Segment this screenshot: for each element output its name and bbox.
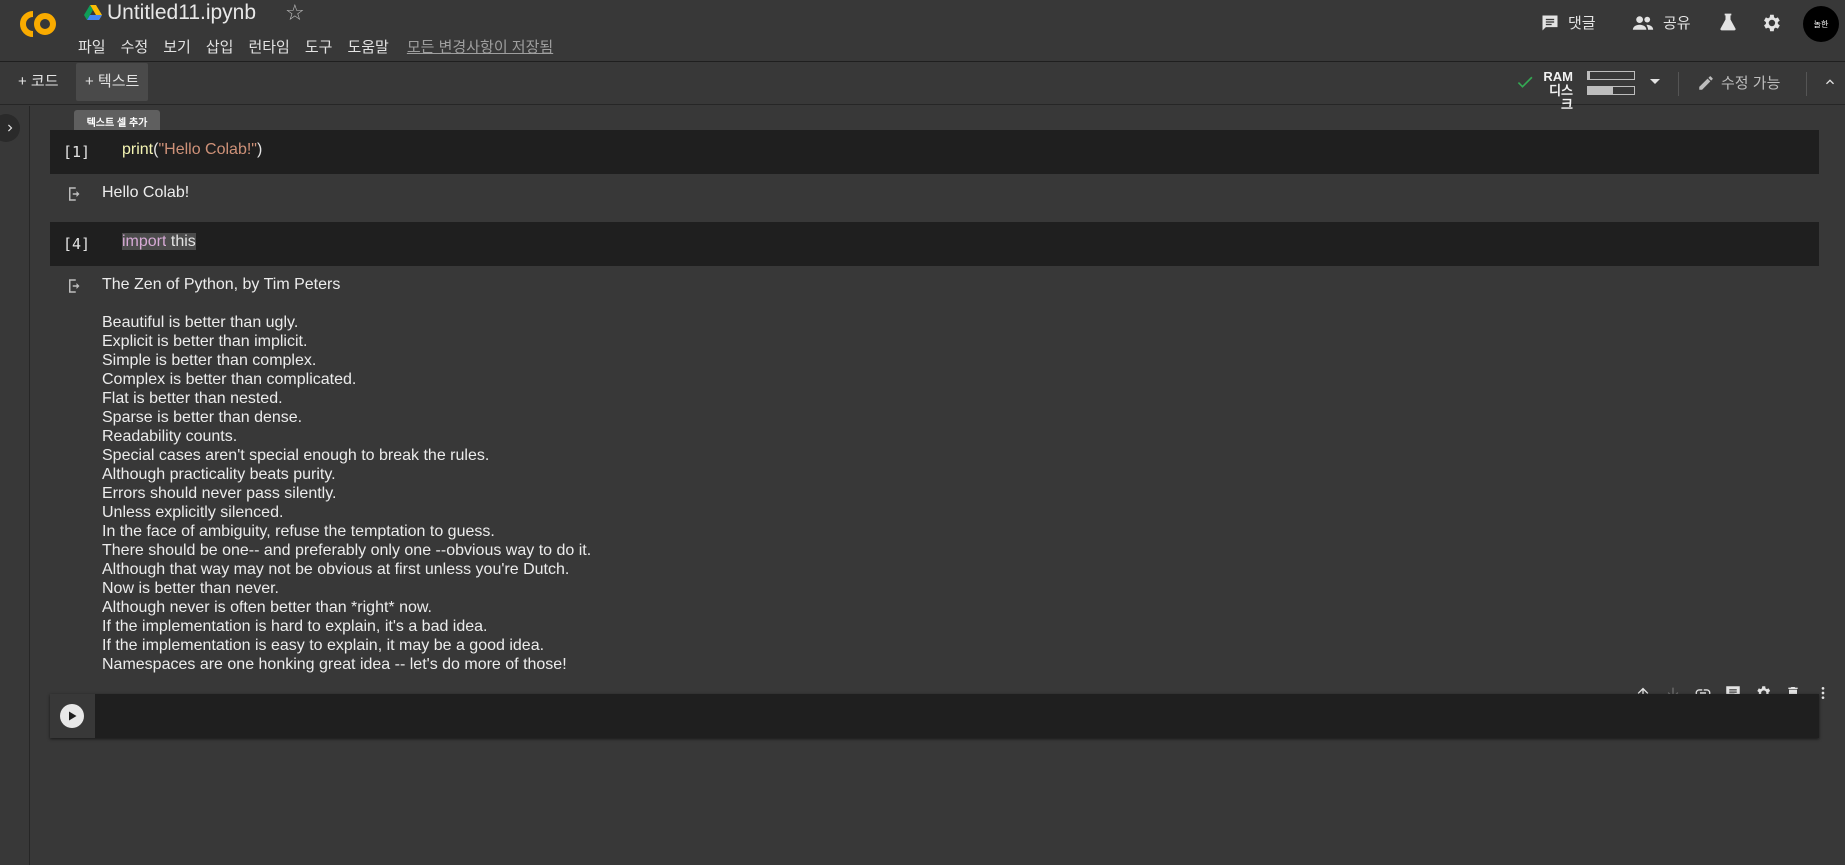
add-code-button[interactable]: + 코드 <box>9 63 68 101</box>
gear-icon <box>1764 14 1780 32</box>
share-button[interactable]: 공유 <box>1632 12 1691 33</box>
code-cell-empty[interactable] <box>50 694 1819 738</box>
avatar[interactable]: 놀한 <box>1803 6 1839 42</box>
edit-mode-button[interactable]: 수정 가능 <box>1697 72 1780 93</box>
menu-edit[interactable]: 수정 <box>121 36 149 57</box>
save-status-link[interactable]: 모든 변경사항이 저장됨 <box>407 36 553 57</box>
execution-count: [4] <box>63 235 91 253</box>
flask-icon <box>1720 13 1736 31</box>
comment-button[interactable]: 댓글 <box>1540 12 1596 33</box>
output-icon[interactable] <box>66 185 84 203</box>
divider <box>1806 72 1807 96</box>
code-editor[interactable]: print("Hello Colab!") <box>122 141 262 159</box>
code-editor[interactable]: import this <box>122 233 196 251</box>
menu-tools[interactable]: 도구 <box>305 36 333 57</box>
disk-usage-bar <box>1587 86 1635 95</box>
app-header: Untitled11.ipynb ☆ 파일 수정 보기 삽입 런타임 도구 도움… <box>0 0 1845 62</box>
add-text-button[interactable]: + 텍스트 <box>76 63 149 101</box>
colab-logo[interactable] <box>12 4 62 44</box>
execution-count: [1] <box>63 143 91 161</box>
ram-usage-bar <box>1587 71 1635 80</box>
menu-view[interactable]: 보기 <box>163 36 191 57</box>
chevron-right-icon[interactable] <box>0 114 20 142</box>
cell-output: Hello Colab! <box>102 184 190 201</box>
code-token: ) <box>256 141 263 158</box>
code-token: print <box>122 141 154 158</box>
chevron-down-icon[interactable] <box>1650 79 1660 84</box>
notebook-area: [1] print("Hello Colab!") Hello Colab! [… <box>31 110 1845 865</box>
ram-label: RAM <box>1543 69 1573 84</box>
run-cell-button[interactable] <box>60 704 84 728</box>
code-cell[interactable]: [4] import this <box>50 222 1819 266</box>
output-title: The Zen of Python, by Tim Peters <box>102 276 341 293</box>
comment-icon <box>1542 15 1558 30</box>
disk-label: 디스크 <box>1549 83 1573 112</box>
checkmark-icon <box>1517 76 1533 88</box>
notebook-title[interactable]: Untitled11.ipynb <box>107 1 256 25</box>
star-icon[interactable]: ☆ <box>285 0 305 26</box>
people-icon <box>1632 15 1654 30</box>
menu-insert[interactable]: 삽입 <box>206 36 234 57</box>
menu-help[interactable]: 도움말 <box>347 36 388 57</box>
menu-bar: 파일 수정 보기 삽입 런타임 도구 도움말 모든 변경사항이 저장됨 <box>78 36 568 57</box>
notebook-toolbar: + 코드 + 텍스트 RAM 디스크 수정 가능 <box>0 63 1845 112</box>
code-token: import <box>122 233 167 250</box>
cell-output: Beautiful is better than ugly. Explicit … <box>102 314 592 673</box>
code-token: this <box>166 233 196 250</box>
play-icon <box>69 711 77 721</box>
menu-runtime[interactable]: 런타임 <box>248 36 289 57</box>
settings-button[interactable] <box>1760 12 1782 34</box>
edit-mode-label: 수정 가능 <box>1721 75 1781 92</box>
code-token: "Hello Colab!" <box>158 141 257 158</box>
output-icon[interactable] <box>66 277 84 295</box>
share-label: 공유 <box>1663 15 1691 32</box>
code-cell[interactable]: [1] print("Hello Colab!") <box>50 130 1819 174</box>
cell-gutter <box>50 694 95 738</box>
comment-label: 댓글 <box>1568 15 1596 32</box>
divider <box>1678 72 1679 96</box>
google-drive-icon[interactable] <box>84 5 102 21</box>
left-rail <box>0 106 30 865</box>
labs-button[interactable] <box>1718 12 1738 32</box>
resource-monitor[interactable]: RAM 디스크 <box>1515 68 1665 112</box>
chevron-up-icon[interactable] <box>1822 74 1838 95</box>
menu-file[interactable]: 파일 <box>78 36 106 57</box>
pencil-icon <box>1699 75 1713 90</box>
